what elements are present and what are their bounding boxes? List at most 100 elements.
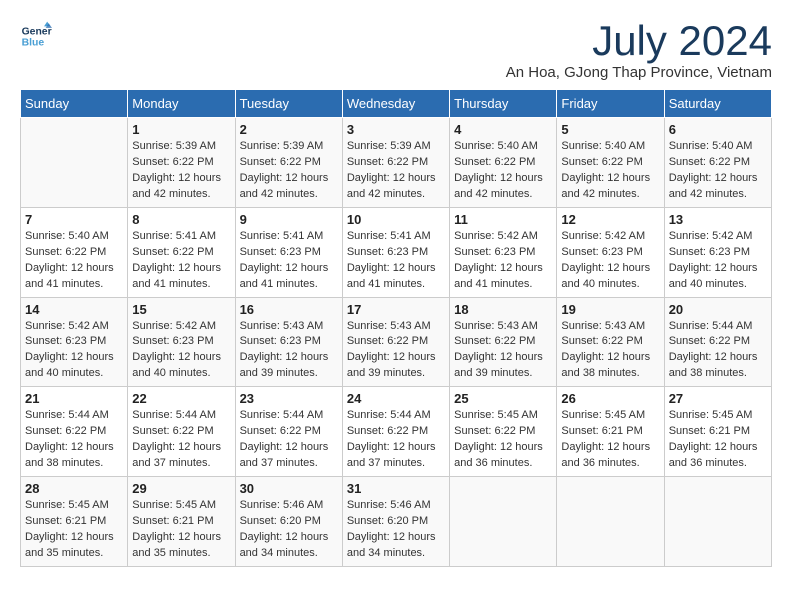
day-info: Sunrise: 5:40 AM Sunset: 6:22 PM Dayligh… [561, 139, 659, 203]
day-cell: 27Sunrise: 5:45 AM Sunset: 6:21 PM Dayli… [664, 387, 771, 477]
day-info: Sunrise: 5:46 AM Sunset: 6:20 PM Dayligh… [240, 498, 338, 562]
weekday-header-row: SundayMondayTuesdayWednesdayThursdayFrid… [21, 90, 772, 118]
day-number: 5 [561, 122, 659, 137]
week-row-1: 1 Sunrise: 5:39 AM Sunset: 6:22 PM Daylig… [21, 118, 772, 208]
weekday-header-thursday: Thursday [450, 90, 557, 118]
day-cell: 19Sunrise: 5:43 AM Sunset: 6:22 PM Dayli… [557, 297, 664, 387]
day-cell: 3 Sunrise: 5:39 AM Sunset: 6:22 PM Daylig… [342, 118, 449, 208]
day-number: 22 [132, 391, 230, 406]
day-info: Sunrise: 5:44 AM Sunset: 6:22 PM Dayligh… [132, 408, 230, 472]
day-cell: 2 Sunrise: 5:39 AM Sunset: 6:22 PM Daylig… [235, 118, 342, 208]
day-cell: 21 Sunrise: 5:44 AM Sunset: 6:22 PM Dayli… [21, 387, 128, 477]
day-number: 1 [132, 122, 230, 137]
day-cell: 18 Sunrise: 5:43 AM Sunset: 6:22 PM Dayli… [450, 297, 557, 387]
logo: General Blue [20, 20, 52, 52]
week-row-3: 14 Sunrise: 5:42 AM Sunset: 6:23 PM Dayli… [21, 297, 772, 387]
day-number: 29 [132, 481, 230, 496]
day-info: Sunrise: 5:40 AM Sunset: 6:22 PM Dayligh… [454, 139, 552, 203]
day-cell: 23 Sunrise: 5:44 AM Sunset: 6:22 PM Dayli… [235, 387, 342, 477]
week-row-2: 7Sunrise: 5:40 AM Sunset: 6:22 PM Daylig… [21, 207, 772, 297]
day-info: Sunrise: 5:44 AM Sunset: 6:22 PM Dayligh… [25, 408, 123, 472]
day-number: 2 [240, 122, 338, 137]
page-header: General Blue July 2024 An Hoa, GJong Tha… [20, 20, 772, 81]
day-cell: 5 Sunrise: 5:40 AM Sunset: 6:22 PM Daylig… [557, 118, 664, 208]
day-number: 17 [347, 302, 445, 317]
day-cell: 22 Sunrise: 5:44 AM Sunset: 6:22 PM Dayli… [128, 387, 235, 477]
day-info: Sunrise: 5:43 AM Sunset: 6:22 PM Dayligh… [454, 319, 552, 383]
week-row-5: 28 Sunrise: 5:45 AM Sunset: 6:21 PM Dayli… [21, 477, 772, 567]
day-number: 21 [25, 391, 123, 406]
day-number: 25 [454, 391, 552, 406]
day-cell [664, 477, 771, 567]
day-info: Sunrise: 5:41 AM Sunset: 6:23 PM Dayligh… [240, 229, 338, 293]
day-info: Sunrise: 5:42 AM Sunset: 6:23 PM Dayligh… [132, 319, 230, 383]
day-number: 26 [561, 391, 659, 406]
day-info: Sunrise: 5:45 AM Sunset: 6:22 PM Dayligh… [454, 408, 552, 472]
week-row-4: 21 Sunrise: 5:44 AM Sunset: 6:22 PM Dayli… [21, 387, 772, 477]
day-cell: 29 Sunrise: 5:45 AM Sunset: 6:21 PM Dayli… [128, 477, 235, 567]
location: An Hoa, GJong Thap Province, Vietnam [506, 64, 772, 81]
day-cell: 14 Sunrise: 5:42 AM Sunset: 6:23 PM Dayli… [21, 297, 128, 387]
title-block: July 2024 An Hoa, GJong Thap Province, V… [506, 20, 772, 81]
day-info: Sunrise: 5:45 AM Sunset: 6:21 PM Dayligh… [132, 498, 230, 562]
day-info: Sunrise: 5:42 AM Sunset: 6:23 PM Dayligh… [25, 319, 123, 383]
day-number: 23 [240, 391, 338, 406]
day-number: 20 [669, 302, 767, 317]
day-number: 27 [669, 391, 767, 406]
weekday-header-sunday: Sunday [21, 90, 128, 118]
day-cell: 16Sunrise: 5:43 AM Sunset: 6:23 PM Dayli… [235, 297, 342, 387]
day-cell: 7Sunrise: 5:40 AM Sunset: 6:22 PM Daylig… [21, 207, 128, 297]
day-info: Sunrise: 5:41 AM Sunset: 6:23 PM Dayligh… [347, 229, 445, 293]
day-number: 3 [347, 122, 445, 137]
day-info: Sunrise: 5:42 AM Sunset: 6:23 PM Dayligh… [454, 229, 552, 293]
day-info: Sunrise: 5:41 AM Sunset: 6:22 PM Dayligh… [132, 229, 230, 293]
svg-text:General: General [22, 26, 52, 37]
month-title: July 2024 [506, 20, 772, 62]
weekday-header-wednesday: Wednesday [342, 90, 449, 118]
weekday-header-friday: Friday [557, 90, 664, 118]
day-info: Sunrise: 5:45 AM Sunset: 6:21 PM Dayligh… [561, 408, 659, 472]
day-cell: 28 Sunrise: 5:45 AM Sunset: 6:21 PM Dayli… [21, 477, 128, 567]
day-number: 8 [132, 212, 230, 227]
day-cell: 11 Sunrise: 5:42 AM Sunset: 6:23 PM Dayli… [450, 207, 557, 297]
day-number: 18 [454, 302, 552, 317]
day-number: 15 [132, 302, 230, 317]
day-info: Sunrise: 5:42 AM Sunset: 6:23 PM Dayligh… [561, 229, 659, 293]
day-number: 10 [347, 212, 445, 227]
day-cell: 17Sunrise: 5:43 AM Sunset: 6:22 PM Dayli… [342, 297, 449, 387]
day-cell [557, 477, 664, 567]
day-cell: 6 Sunrise: 5:40 AM Sunset: 6:22 PM Daylig… [664, 118, 771, 208]
logo-icon: General Blue [20, 20, 52, 52]
day-cell: 24 Sunrise: 5:44 AM Sunset: 6:22 PM Dayli… [342, 387, 449, 477]
day-number: 11 [454, 212, 552, 227]
day-number: 30 [240, 481, 338, 496]
weekday-header-tuesday: Tuesday [235, 90, 342, 118]
day-cell: 8 Sunrise: 5:41 AM Sunset: 6:22 PM Daylig… [128, 207, 235, 297]
day-cell: 25 Sunrise: 5:45 AM Sunset: 6:22 PM Dayli… [450, 387, 557, 477]
day-cell: 15 Sunrise: 5:42 AM Sunset: 6:23 PM Dayli… [128, 297, 235, 387]
day-number: 24 [347, 391, 445, 406]
day-number: 13 [669, 212, 767, 227]
day-cell: 1Sunrise: 5:39 AM Sunset: 6:22 PM Daylig… [128, 118, 235, 208]
day-cell: 26 Sunrise: 5:45 AM Sunset: 6:21 PM Dayli… [557, 387, 664, 477]
day-info: Sunrise: 5:39 AM Sunset: 6:22 PM Dayligh… [347, 139, 445, 203]
day-info: Sunrise: 5:40 AM Sunset: 6:22 PM Dayligh… [669, 139, 767, 203]
calendar-table: SundayMondayTuesdayWednesdayThursdayFrid… [20, 89, 772, 567]
day-number: 14 [25, 302, 123, 317]
day-cell [450, 477, 557, 567]
day-number: 31 [347, 481, 445, 496]
day-info: Sunrise: 5:43 AM Sunset: 6:23 PM Dayligh… [240, 319, 338, 383]
day-info: Sunrise: 5:40 AM Sunset: 6:22 PM Dayligh… [25, 229, 123, 293]
day-cell: 9Sunrise: 5:41 AM Sunset: 6:23 PM Daylig… [235, 207, 342, 297]
day-number: 28 [25, 481, 123, 496]
day-number: 6 [669, 122, 767, 137]
day-number: 12 [561, 212, 659, 227]
day-info: Sunrise: 5:45 AM Sunset: 6:21 PM Dayligh… [25, 498, 123, 562]
day-cell: 30 Sunrise: 5:46 AM Sunset: 6:20 PM Dayli… [235, 477, 342, 567]
day-info: Sunrise: 5:39 AM Sunset: 6:22 PM Dayligh… [240, 139, 338, 203]
day-cell: 31Sunrise: 5:46 AM Sunset: 6:20 PM Dayli… [342, 477, 449, 567]
day-cell: 10 Sunrise: 5:41 AM Sunset: 6:23 PM Dayli… [342, 207, 449, 297]
day-cell: 13Sunrise: 5:42 AM Sunset: 6:23 PM Dayli… [664, 207, 771, 297]
day-info: Sunrise: 5:44 AM Sunset: 6:22 PM Dayligh… [240, 408, 338, 472]
day-info: Sunrise: 5:44 AM Sunset: 6:22 PM Dayligh… [347, 408, 445, 472]
